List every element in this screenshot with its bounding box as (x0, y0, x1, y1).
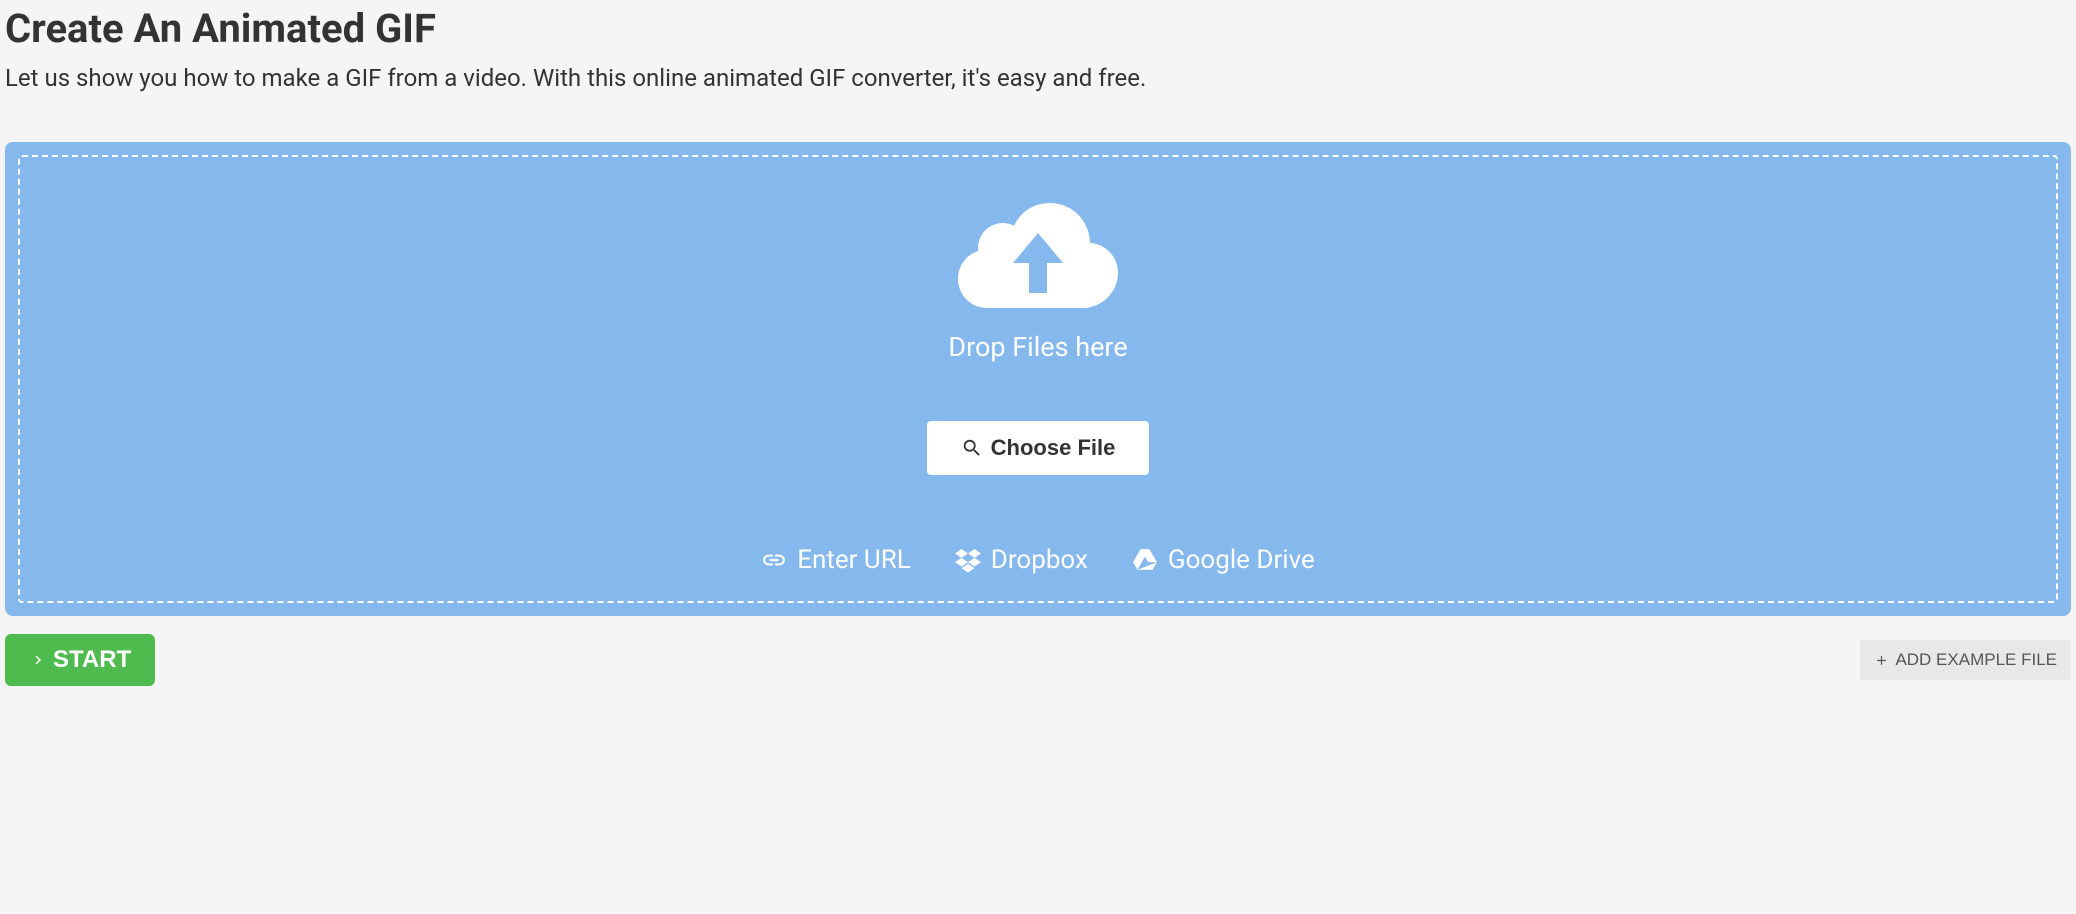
drop-files-text: Drop Files here (948, 331, 1127, 363)
dropbox-icon (955, 547, 981, 573)
google-drive-icon (1132, 547, 1158, 573)
file-dropzone[interactable]: Drop Files here Choose File Enter URL Dr… (5, 142, 2071, 616)
dropbox-label: Dropbox (991, 545, 1088, 575)
add-example-file-button[interactable]: ADD EXAMPLE FILE (1860, 640, 2071, 680)
choose-file-label: Choose File (991, 435, 1116, 461)
choose-file-button[interactable]: Choose File (927, 421, 1150, 475)
enter-url-label: Enter URL (797, 545, 911, 575)
chevron-right-icon (29, 651, 47, 669)
link-icon (761, 547, 787, 573)
google-drive-option[interactable]: Google Drive (1132, 545, 1315, 575)
start-label: START (53, 646, 131, 674)
add-example-label: ADD EXAMPLE FILE (1895, 650, 2057, 670)
cloud-upload-icon (953, 193, 1123, 319)
dropzone-inner: Drop Files here Choose File Enter URL Dr… (18, 155, 2058, 603)
page-subtitle: Let us show you how to make a GIF from a… (0, 64, 2076, 92)
actions-row: START ADD EXAMPLE FILE (0, 634, 2076, 686)
page-title: Create An Animated GIF (0, 0, 2076, 52)
source-options: Enter URL Dropbox Google Drive (761, 545, 1315, 575)
dropbox-option[interactable]: Dropbox (955, 545, 1088, 575)
enter-url-option[interactable]: Enter URL (761, 545, 911, 575)
start-button[interactable]: START (5, 634, 155, 686)
google-drive-label: Google Drive (1168, 545, 1315, 575)
plus-icon (1874, 653, 1889, 668)
search-icon (961, 437, 983, 459)
